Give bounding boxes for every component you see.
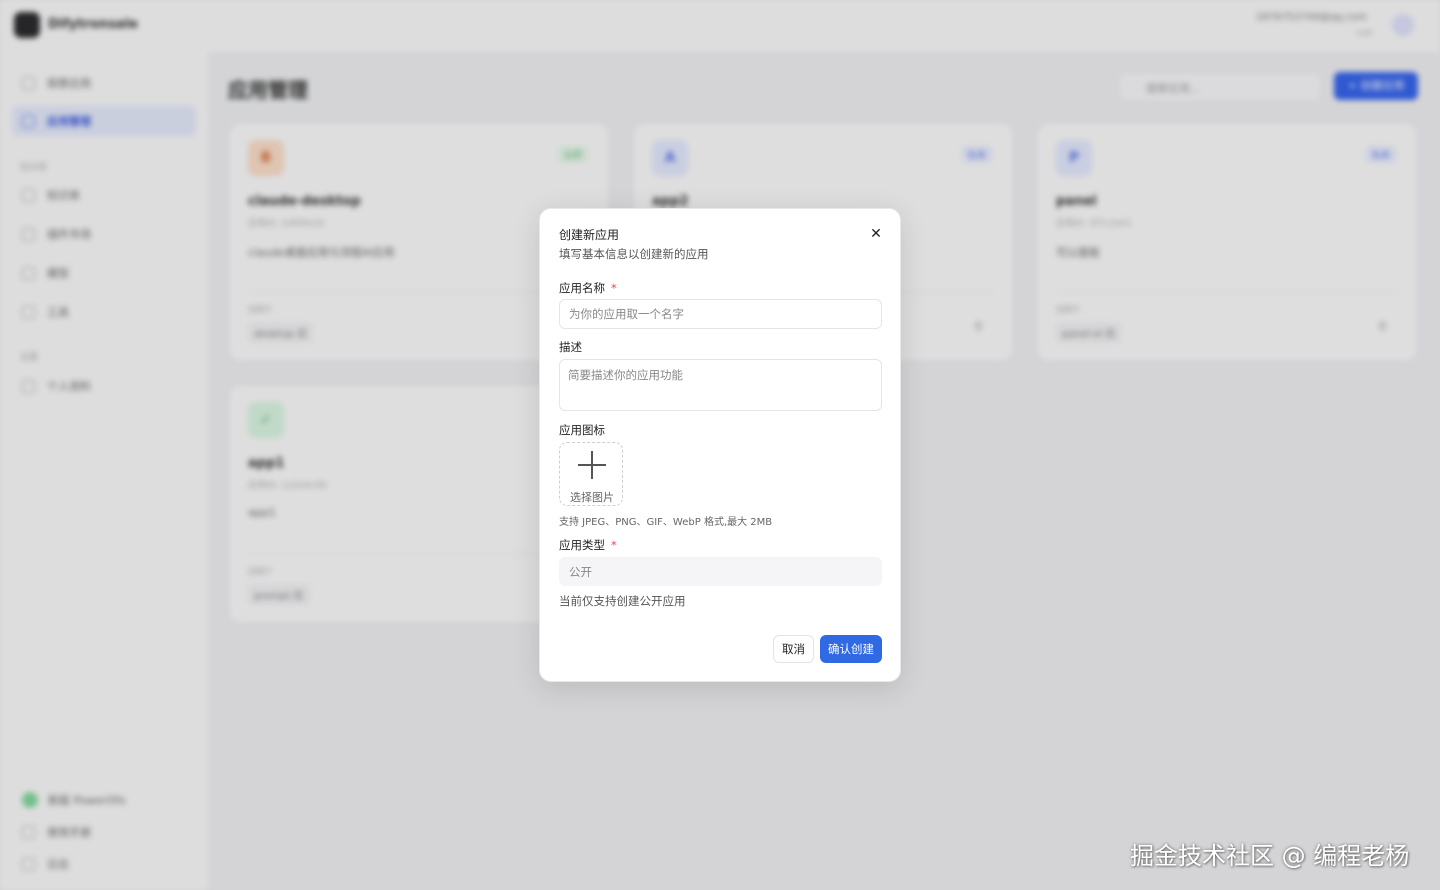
create-app-dialog: 创建新应用 填写基本信息以创建新的应用 ✕ 应用名称* 描述 应用图标 选择图片… (539, 208, 901, 682)
description-label: 描述 (559, 340, 582, 354)
app-type-select[interactable]: 公开 (559, 557, 882, 586)
confirm-create-button[interactable]: 确认创建 (820, 635, 882, 663)
dialog-title: 创建新应用 (559, 228, 620, 242)
required-mark: * (611, 538, 617, 552)
app-name-label: 应用名称 * (559, 281, 617, 295)
plus-icon (576, 449, 608, 481)
app-name-input[interactable] (559, 299, 882, 329)
icon-format-hint: 支持 JPEG、PNG、GIF、WebP 格式,最大 2MB (559, 517, 773, 528)
watermark: 掘金技术社区 @ 编程老杨 (1130, 842, 1410, 870)
icon-upload-button[interactable]: 选择图片 (559, 442, 623, 506)
description-input[interactable] (559, 359, 882, 411)
app-type-label: 应用类型 * (559, 538, 617, 552)
close-icon[interactable]: ✕ (868, 225, 884, 241)
upload-label: 选择图片 (570, 491, 614, 504)
dialog-subtitle: 填写基本信息以创建新的应用 (559, 247, 709, 261)
cancel-button[interactable]: 取消 (773, 635, 814, 663)
app-type-hint: 当前仅支持创建公开应用 (559, 594, 686, 608)
app-icon-label: 应用图标 (559, 423, 605, 437)
required-mark: * (611, 281, 617, 295)
